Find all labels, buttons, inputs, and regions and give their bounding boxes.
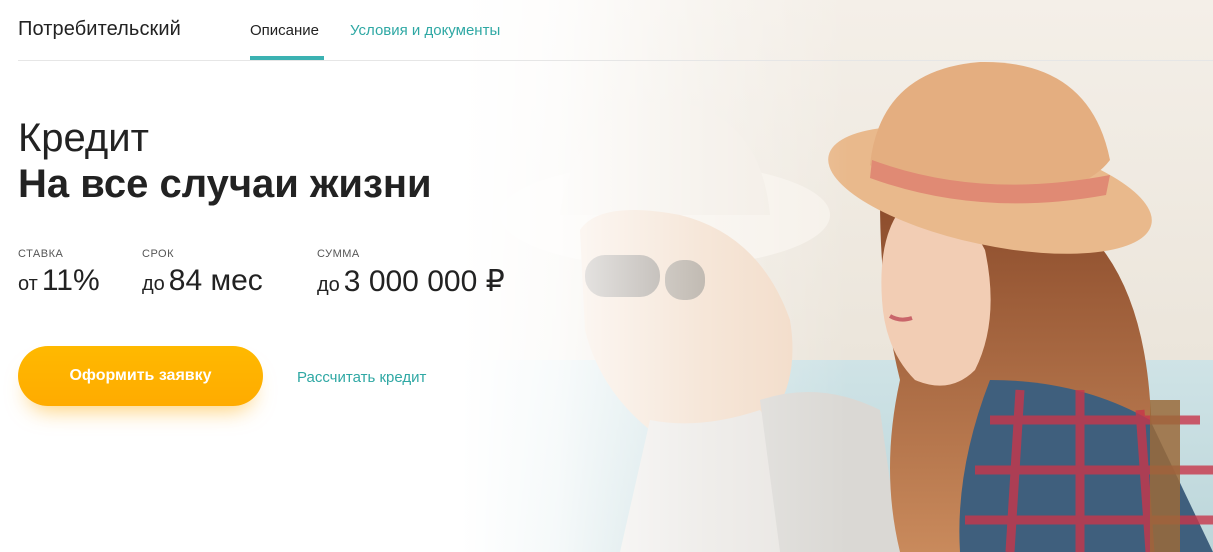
param-rate-caption: СТАВКА [18, 248, 64, 260]
param-rate: СТАВКА от 11% [18, 248, 100, 298]
active-tab-indicator [250, 56, 324, 60]
param-rate-value: 11% [41, 264, 100, 297]
param-amount-caption: СУММА [317, 248, 360, 260]
param-rate-prefix: от [18, 273, 38, 295]
param-amount-value: 3 000 000 ₽ [343, 265, 505, 298]
hero-subtitle: На все случаи жизни [18, 162, 432, 206]
param-amount-prefix: до [317, 274, 340, 296]
product-title: Потребительский [18, 18, 181, 40]
tab-terms-and-documents[interactable]: Условия и документы [350, 22, 500, 39]
hero-title: Кредит [18, 116, 149, 160]
param-amount: СУММА до 3 000 000 ₽ [317, 248, 505, 299]
param-term: СРОК до 84 мес [142, 248, 263, 298]
top-navigation: Потребительский Описание Условия и докум… [18, 0, 1213, 61]
calculate-credit-link[interactable]: Рассчитать кредит [297, 369, 426, 386]
apply-button-label: Оформить заявку [69, 367, 212, 384]
param-term-caption: СРОК [142, 248, 175, 260]
tab-description[interactable]: Описание [250, 22, 319, 39]
param-term-prefix: до [142, 273, 165, 295]
page: Потребительский Описание Условия и докум… [0, 0, 1213, 552]
apply-button[interactable]: Оформить заявку [18, 346, 263, 406]
param-term-value: 84 мес [168, 264, 263, 297]
